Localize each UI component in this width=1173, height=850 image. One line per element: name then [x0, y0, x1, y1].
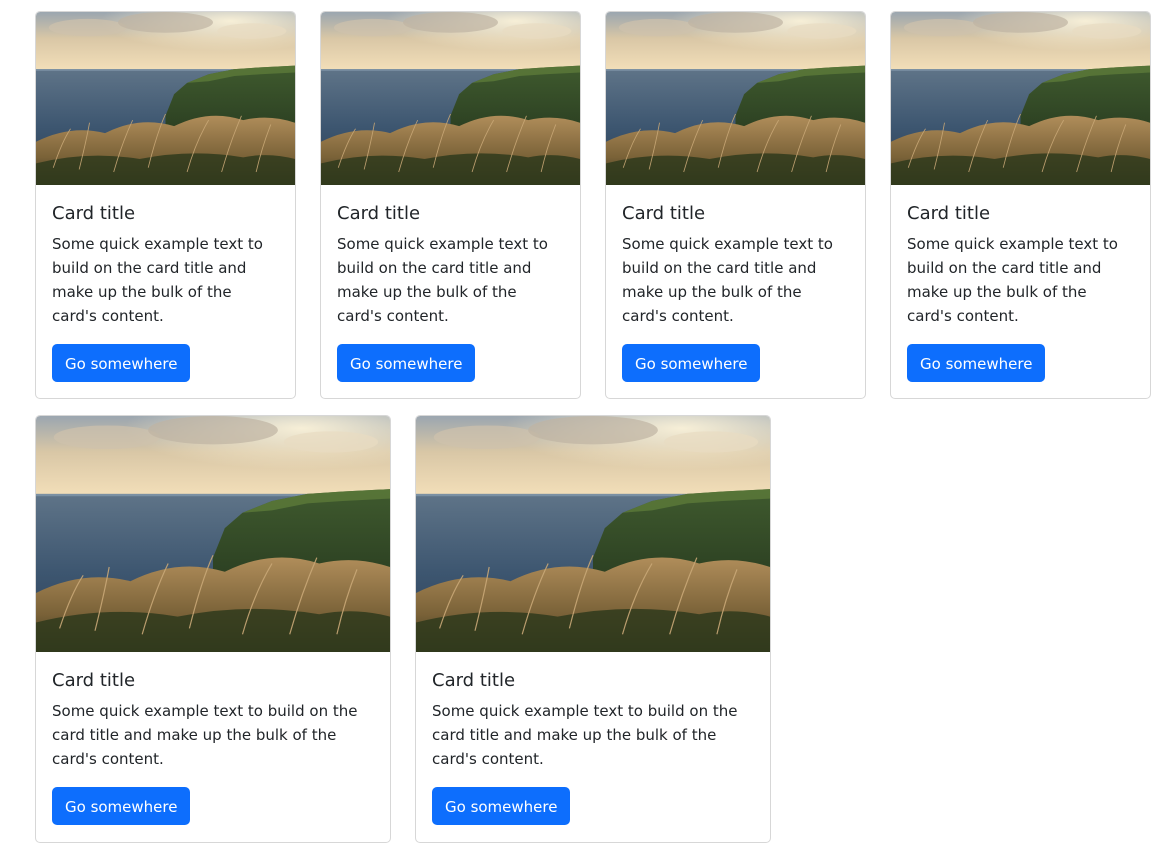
card-text: Some quick example text to build on the … — [52, 235, 263, 325]
landscape-photo-icon — [891, 12, 1150, 185]
card-title: Card title — [907, 203, 991, 224]
go-somewhere-button[interactable]: Go somewhere — [52, 787, 191, 825]
card-body: Card title Some quick example text to bu… — [36, 185, 295, 398]
card-image — [416, 416, 770, 652]
card: Card title Some quick example text to bu… — [415, 415, 771, 843]
landscape-photo-icon — [36, 416, 390, 652]
card-image — [606, 12, 865, 185]
card-body: Card title Some quick example text to bu… — [891, 185, 1150, 398]
card-body: Card title Some quick example text to bu… — [36, 652, 390, 841]
card-image — [321, 12, 580, 185]
go-somewhere-button[interactable]: Go somewhere — [907, 344, 1046, 382]
card-title: Card title — [337, 203, 421, 224]
card-title: Card title — [52, 203, 136, 224]
card-text: Some quick example text to build on the … — [907, 235, 1118, 325]
card-body: Card title Some quick example text to bu… — [321, 185, 580, 398]
card-title: Card title — [432, 670, 516, 691]
landscape-photo-icon — [416, 416, 770, 652]
go-somewhere-button[interactable]: Go somewhere — [432, 787, 571, 825]
card-text: Some quick example text to build on the … — [432, 702, 738, 768]
card-image — [891, 12, 1150, 185]
card-image — [36, 416, 390, 652]
card: Card title Some quick example text to bu… — [890, 11, 1151, 399]
card-body: Card title Some quick example text to bu… — [416, 652, 770, 841]
card: Card title Some quick example text to bu… — [605, 11, 866, 399]
card-body: Card title Some quick example text to bu… — [606, 185, 865, 398]
go-somewhere-button[interactable]: Go somewhere — [52, 344, 191, 382]
card: Card title Some quick example text to bu… — [35, 415, 391, 843]
card-image — [36, 12, 295, 185]
card-text: Some quick example text to build on the … — [622, 235, 833, 325]
go-somewhere-button[interactable]: Go somewhere — [337, 344, 476, 382]
card-title: Card title — [52, 670, 136, 691]
card-text: Some quick example text to build on the … — [52, 702, 358, 768]
card: Card title Some quick example text to bu… — [35, 11, 296, 399]
card-title: Card title — [622, 203, 706, 224]
landscape-photo-icon — [606, 12, 865, 185]
card-text: Some quick example text to build on the … — [337, 235, 548, 325]
landscape-photo-icon — [321, 12, 580, 185]
go-somewhere-button[interactable]: Go somewhere — [622, 344, 761, 382]
card: Card title Some quick example text to bu… — [320, 11, 581, 399]
landscape-photo-icon — [36, 12, 295, 185]
